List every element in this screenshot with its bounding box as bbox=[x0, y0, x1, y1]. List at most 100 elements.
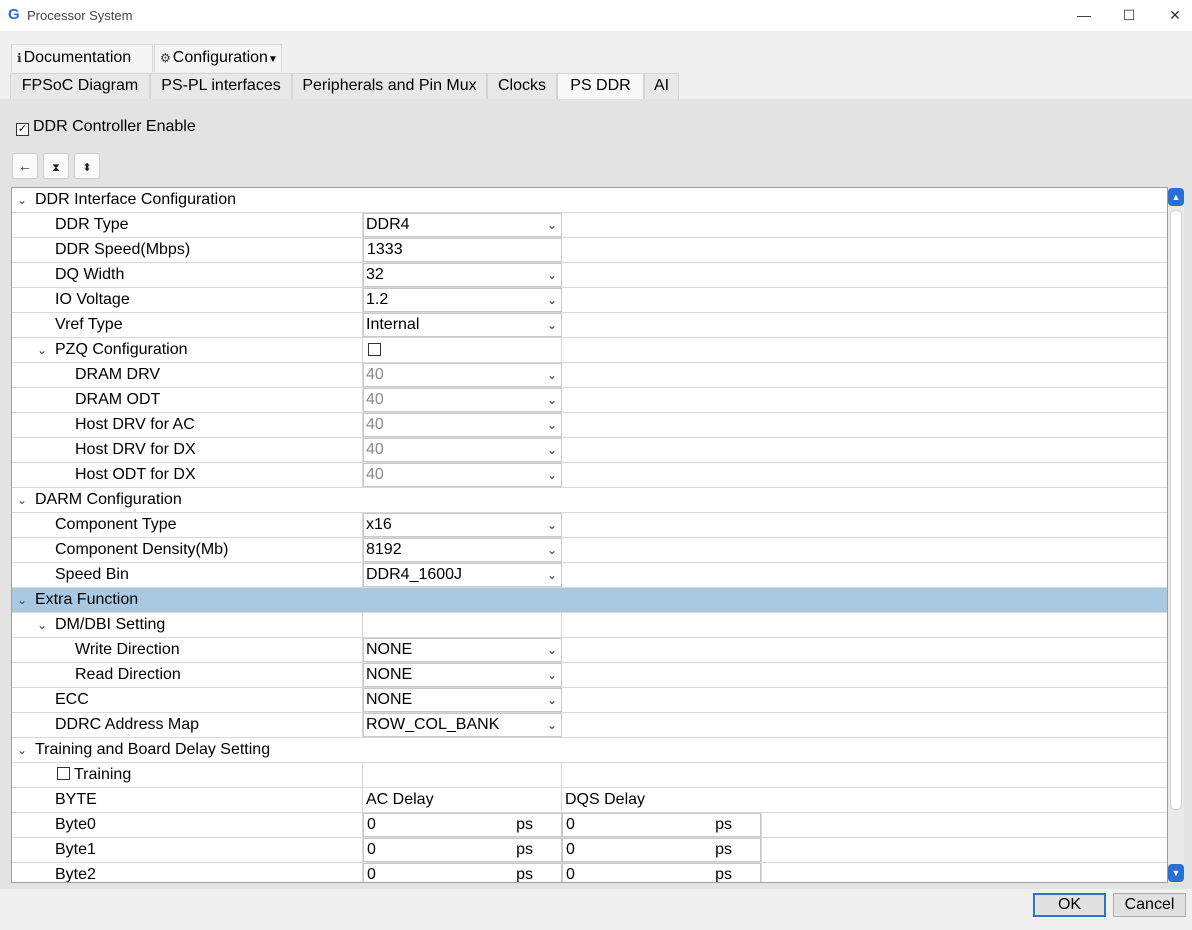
io-voltage-select[interactable]: 1.2 ⌄ bbox=[363, 288, 562, 312]
maximize-button[interactable]: ☐ bbox=[1117, 4, 1141, 26]
row-label: DDR Type bbox=[55, 216, 129, 233]
component-density-select[interactable]: 8192 ⌄ bbox=[363, 538, 562, 562]
window-title: Processor System bbox=[27, 8, 133, 23]
ecc-select[interactable]: NONE ⌄ bbox=[363, 688, 562, 712]
input-value: 0 bbox=[367, 866, 376, 883]
row-label: DDR Speed(Mbps) bbox=[55, 241, 191, 258]
byte0-dqs-delay-input[interactable]: 0 ps bbox=[562, 813, 761, 837]
group-label: Training and Board Delay Setting bbox=[35, 741, 271, 758]
byte1-ac-delay-input[interactable]: 0 ps bbox=[363, 838, 562, 862]
chevron-down-icon: ⌄ bbox=[546, 643, 557, 657]
tree-row-write-direction: Write Direction NONE ⌄ bbox=[12, 638, 1167, 663]
expand-all-button[interactable]: ⬍ bbox=[74, 153, 100, 179]
row-label: Host DRV for DX bbox=[75, 441, 196, 458]
tab-peripherals-pin-mux[interactable]: Peripherals and Pin Mux bbox=[292, 73, 487, 99]
row-label: DQ Width bbox=[55, 266, 125, 283]
cancel-button[interactable]: Cancel bbox=[1113, 893, 1186, 917]
tree-row-address-map: DDRC Address Map ROW_COL_BANK ⌄ bbox=[12, 713, 1167, 738]
vertical-scrollbar[interactable]: ▲ ▼ bbox=[1168, 188, 1184, 882]
chevron-down-icon[interactable]: ⌄ bbox=[37, 613, 47, 637]
tree-group-darm[interactable]: ⌄ DARM Configuration bbox=[12, 488, 1167, 513]
chevron-down-icon: ⌄ bbox=[546, 668, 557, 682]
tab-clocks[interactable]: Clocks bbox=[487, 73, 557, 99]
gear-icon: ⚙ bbox=[160, 51, 171, 65]
byte1-dqs-delay-input[interactable]: 0 ps bbox=[562, 838, 761, 862]
host-drv-dx-select[interactable]: 40 ⌄ bbox=[363, 438, 562, 462]
chevron-down-icon[interactable]: ⌄ bbox=[17, 188, 27, 212]
dq-width-select[interactable]: 32 ⌄ bbox=[363, 263, 562, 287]
row-label: Host DRV for AC bbox=[75, 416, 195, 433]
chevron-down-icon: ⌄ bbox=[546, 693, 557, 707]
ddr-type-select[interactable]: DDR4 ⌄ bbox=[363, 213, 562, 237]
menu-bar: ℹ Documentation ⚙ Configuration▼ bbox=[0, 31, 1192, 72]
host-odt-dx-select[interactable]: 40 ⌄ bbox=[363, 463, 562, 487]
configuration-menu-button[interactable]: ⚙ Configuration▼ bbox=[154, 44, 282, 72]
tree-group-dm-dbi[interactable]: ⌄ DM/DBI Setting bbox=[12, 613, 1167, 638]
dropdown-arrow-icon: ▼ bbox=[267, 54, 278, 65]
tree-row-read-direction: Read Direction NONE ⌄ bbox=[12, 663, 1167, 688]
component-type-select[interactable]: x16 ⌄ bbox=[363, 513, 562, 537]
tab-ai[interactable]: AI bbox=[644, 73, 679, 99]
select-value: 40 bbox=[366, 466, 384, 483]
chevron-down-icon: ⌄ bbox=[546, 418, 557, 432]
tab-ps-ddr[interactable]: PS DDR bbox=[557, 73, 644, 100]
chevron-down-icon: ⌄ bbox=[546, 443, 557, 457]
tab-fpsoc-diagram[interactable]: FPSoC Diagram bbox=[10, 73, 150, 99]
row-label: DDRC Address Map bbox=[55, 716, 200, 733]
info-icon: ℹ bbox=[17, 51, 22, 65]
documentation-menu-button[interactable]: ℹ Documentation bbox=[11, 44, 153, 72]
byte2-ac-delay-input[interactable]: 0 ps bbox=[363, 863, 562, 883]
scroll-down-button[interactable]: ▼ bbox=[1168, 864, 1184, 882]
training-checkbox-row[interactable]: Training bbox=[57, 763, 131, 787]
training-checkbox[interactable] bbox=[57, 767, 70, 780]
speed-bin-select[interactable]: DDR4_1600J ⌄ bbox=[363, 563, 562, 587]
chevron-down-icon[interactable]: ⌄ bbox=[37, 338, 47, 362]
ddr-speed-input[interactable]: 1333 bbox=[363, 238, 562, 262]
ok-button[interactable]: OK bbox=[1033, 893, 1106, 917]
row-label: Host ODT for DX bbox=[75, 466, 196, 483]
scrollbar-thumb[interactable] bbox=[1170, 210, 1182, 810]
chevron-down-icon: ⌄ bbox=[546, 318, 557, 332]
write-direction-select[interactable]: NONE ⌄ bbox=[363, 638, 562, 662]
select-value: DDR4 bbox=[366, 216, 410, 233]
chevron-down-icon: ⌄ bbox=[546, 368, 557, 382]
collapse-all-button[interactable]: ⧗ bbox=[43, 153, 69, 179]
pzq-checkbox[interactable] bbox=[368, 343, 381, 356]
tree-group-training[interactable]: ⌄ Training and Board Delay Setting bbox=[12, 738, 1167, 763]
ddr-config-tree: ⌄ DDR Interface Configuration DDR Type D… bbox=[11, 187, 1168, 883]
chevron-up-icon: ▲ bbox=[1171, 192, 1181, 202]
tree-row-component-type: Component Type x16 ⌄ bbox=[12, 513, 1167, 538]
row-label: Write Direction bbox=[75, 641, 180, 658]
chevron-down-icon: ⌄ bbox=[546, 268, 557, 282]
chevron-down-icon[interactable]: ⌄ bbox=[17, 488, 27, 512]
vref-type-select[interactable]: Internal ⌄ bbox=[363, 313, 562, 337]
minimize-button[interactable]: — bbox=[1072, 4, 1096, 26]
scroll-up-button[interactable]: ▲ bbox=[1168, 188, 1184, 206]
tab-ps-pl-interfaces[interactable]: PS-PL interfaces bbox=[150, 73, 292, 99]
ddr-enable-checkbox[interactable]: ✓ bbox=[16, 123, 29, 136]
unit-label: ps bbox=[715, 841, 732, 858]
tree-group-pzq[interactable]: ⌄ PZQ Configuration bbox=[12, 338, 1167, 363]
chevron-down-icon[interactable]: ⌄ bbox=[17, 738, 27, 762]
read-direction-select[interactable]: NONE ⌄ bbox=[363, 663, 562, 687]
row-label: PZQ Configuration bbox=[55, 341, 188, 358]
tree-group-ddr-interface[interactable]: ⌄ DDR Interface Configuration bbox=[12, 188, 1167, 213]
tree-row-ddr-type: DDR Type DDR4 ⌄ bbox=[12, 213, 1167, 238]
byte0-ac-delay-input[interactable]: 0 ps bbox=[363, 813, 562, 837]
close-button[interactable]: ✕ bbox=[1163, 4, 1187, 26]
input-value: 0 bbox=[367, 816, 376, 833]
dram-odt-select[interactable]: 40 ⌄ bbox=[363, 388, 562, 412]
address-map-select[interactable]: ROW_COL_BANK ⌄ bbox=[363, 713, 562, 737]
dram-drv-select[interactable]: 40 ⌄ bbox=[363, 363, 562, 387]
chevron-down-icon[interactable]: ⌄ bbox=[17, 588, 27, 612]
ddr-controller-enable[interactable]: ✓ DDR Controller Enable bbox=[16, 118, 196, 136]
back-button[interactable]: ← bbox=[12, 153, 38, 179]
chevron-down-icon: ⌄ bbox=[546, 393, 557, 407]
byte-label: Byte1 bbox=[55, 841, 96, 858]
select-value: ROW_COL_BANK bbox=[366, 716, 500, 733]
tree-group-extra-function[interactable]: ⌄ Extra Function bbox=[12, 588, 1167, 613]
host-drv-ac-select[interactable]: 40 ⌄ bbox=[363, 413, 562, 437]
tree-row-byte1: Byte1 0 ps 0 ps bbox=[12, 838, 1167, 863]
chevron-down-icon: ⌄ bbox=[546, 518, 557, 532]
byte2-dqs-delay-input[interactable]: 0 ps bbox=[562, 863, 761, 882]
